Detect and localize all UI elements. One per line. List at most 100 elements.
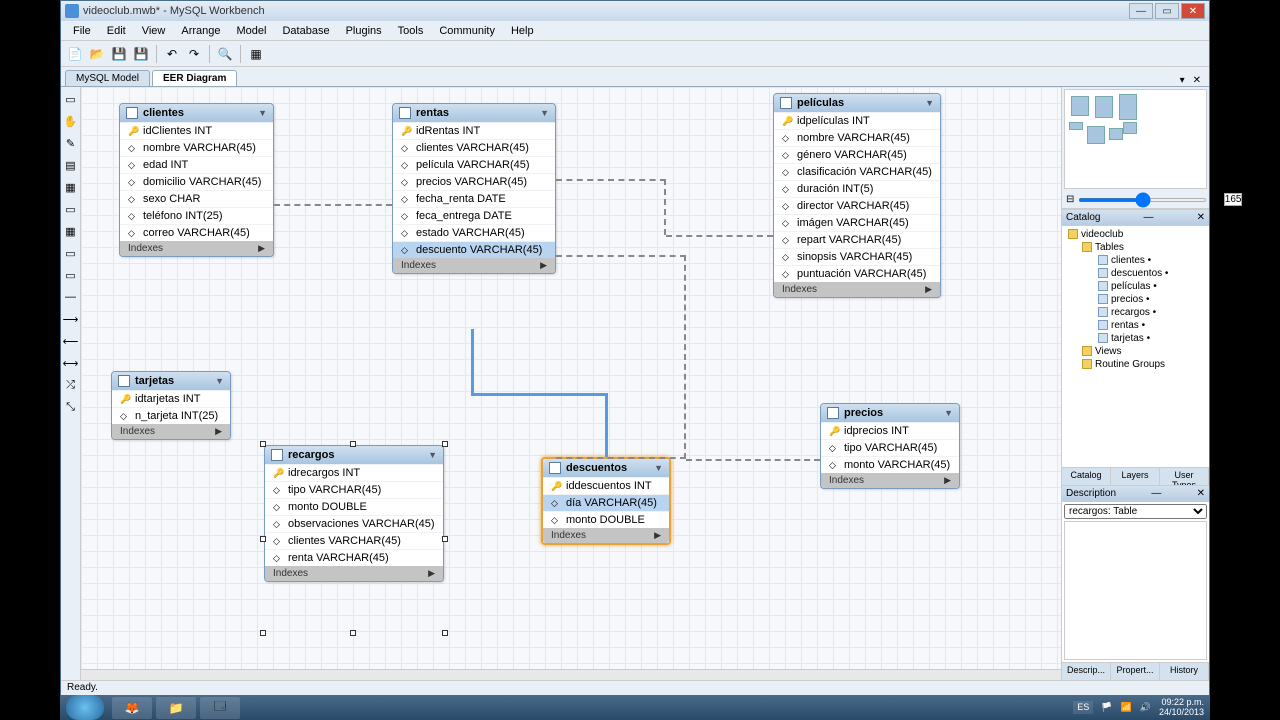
rel-1-n-icon[interactable]: ⟶ (63, 311, 79, 327)
tray-volume-icon[interactable]: 🔊 (1140, 703, 1151, 713)
panel-close-icon[interactable]: ✕ (1197, 488, 1205, 499)
indexes-label[interactable]: Indexes (551, 530, 586, 541)
menu-help[interactable]: Help (503, 25, 542, 37)
new-button[interactable]: 📄 (65, 44, 85, 64)
hand-tool-icon[interactable]: ✋ (63, 113, 79, 129)
catalog-tree[interactable]: videoclub Tables clientes • descuentos •… (1062, 226, 1209, 467)
table-precios[interactable]: precios▼ 🔑idprecios INT ◇tipo VARCHAR(45… (820, 403, 960, 489)
description-textarea[interactable] (1064, 521, 1207, 660)
resize-handle[interactable] (260, 630, 266, 636)
indexes-label[interactable]: Indexes (128, 243, 163, 254)
tree-table[interactable]: películas • (1064, 280, 1207, 293)
collapse-icon[interactable]: ▼ (258, 108, 267, 118)
expand-icon[interactable]: ▶ (428, 568, 435, 579)
resize-handle[interactable] (260, 441, 266, 447)
rel-n-1-icon[interactable]: ⟵ (63, 333, 79, 349)
collapse-icon[interactable]: ▼ (654, 463, 663, 473)
maximize-button[interactable]: ▭ (1155, 3, 1179, 19)
taskbar-explorer-icon[interactable]: 📁 (156, 697, 196, 719)
start-button[interactable] (66, 695, 104, 720)
grid-button[interactable]: ▦ (246, 44, 266, 64)
tab-mysql-model[interactable]: MySQL Model (65, 70, 150, 86)
taskbar-firefox-icon[interactable]: 🦊 (112, 697, 152, 719)
collapse-icon[interactable]: ▼ (944, 408, 953, 418)
indexes-label[interactable]: Indexes (273, 568, 308, 579)
view-tool-icon[interactable]: ▭ (63, 245, 79, 261)
layer-tool-icon[interactable]: ▤ (63, 157, 79, 173)
zoom-value[interactable]: 165 (1224, 193, 1243, 206)
table-peliculas[interactable]: películas▼ 🔑idpelículas INT ◇nombre VARC… (773, 93, 941, 298)
resize-handle[interactable] (442, 441, 448, 447)
language-indicator[interactable]: ES (1073, 701, 1093, 715)
titlebar[interactable]: videoclub.mwb* - MySQL Workbench — ▭ ✕ (61, 1, 1209, 21)
collapse-icon[interactable]: ▼ (215, 376, 224, 386)
table-clientes[interactable]: clientes▼ 🔑idClientes INT ◇nombre VARCHA… (119, 103, 274, 257)
resize-handle[interactable] (260, 536, 266, 542)
redo-button[interactable]: ↷ (184, 44, 204, 64)
expand-icon[interactable]: ▶ (654, 530, 661, 541)
tree-tables[interactable]: Tables (1064, 241, 1207, 254)
table-descuentos[interactable]: descuentos▼ 🔑iddescuentos INT ◇día VARCH… (541, 457, 671, 545)
saveall-button[interactable]: 💾 (131, 44, 151, 64)
taskbar-workbench-icon[interactable]: 🗔 (200, 697, 240, 719)
horizontal-scrollbar[interactable] (177, 671, 577, 679)
routine-tool-icon[interactable]: ▭ (63, 267, 79, 283)
menu-community[interactable]: Community (431, 25, 503, 37)
resize-handle[interactable] (350, 630, 356, 636)
side-tab-layers[interactable]: Layers (1111, 468, 1160, 485)
tree-table[interactable]: rentas • (1064, 319, 1207, 332)
panel-min-icon[interactable]: — (1151, 488, 1161, 499)
system-tray[interactable]: ES 🏳️ 📶 🔊 09:22 p.m. 24/10/2013 (1067, 698, 1210, 718)
tab-description[interactable]: Descrip... (1062, 663, 1111, 680)
table-tarjetas[interactable]: tarjetas▼ 🔑idtarjetas INT ◇n_tarjeta INT… (111, 371, 231, 440)
tray-network-icon[interactable]: 📶 (1121, 703, 1132, 713)
expand-icon[interactable]: ▶ (258, 243, 265, 254)
rel-1-1-icon[interactable]: — (63, 289, 79, 305)
resize-handle[interactable] (442, 630, 448, 636)
description-selector[interactable]: recargos: Table (1064, 504, 1207, 519)
zoom-slider[interactable] (1078, 198, 1207, 202)
image-tool-icon[interactable]: ▭ (63, 201, 79, 217)
panel-min-icon[interactable]: — (1144, 212, 1154, 223)
tree-views[interactable]: Views (1064, 345, 1207, 358)
resize-grip-icon[interactable] (1191, 682, 1203, 694)
undo-button[interactable]: ↶ (162, 44, 182, 64)
tray-flag-icon[interactable]: 🏳️ (1101, 703, 1112, 713)
note-tool-icon[interactable]: ▦ (63, 179, 79, 195)
tree-routines[interactable]: Routine Groups (1064, 358, 1207, 371)
expand-icon[interactable]: ▶ (944, 475, 951, 486)
indexes-label[interactable]: Indexes (401, 260, 436, 271)
find-button[interactable]: 🔍 (215, 44, 235, 64)
table-rentas[interactable]: rentas▼ 🔑idRentas INT ◇clientes VARCHAR(… (392, 103, 556, 274)
side-tab-usertypes[interactable]: User Types (1160, 468, 1209, 485)
resize-handle[interactable] (442, 536, 448, 542)
tab-dropdown-icon[interactable]: ▾ (1176, 75, 1189, 86)
expand-icon[interactable]: ▶ (925, 284, 932, 295)
menu-file[interactable]: File (65, 25, 99, 37)
save-button[interactable]: 💾 (109, 44, 129, 64)
tab-history[interactable]: History (1160, 663, 1209, 680)
zoom-out-icon[interactable]: ⊟ (1066, 194, 1074, 205)
menu-plugins[interactable]: Plugins (338, 25, 390, 37)
collapse-icon[interactable]: ▼ (925, 98, 934, 108)
pointer-tool-icon[interactable]: ▭ (63, 91, 79, 107)
tab-close-icon[interactable]: ✕ (1189, 75, 1205, 86)
close-button[interactable]: ✕ (1181, 3, 1205, 19)
menu-edit[interactable]: Edit (99, 25, 134, 37)
collapse-icon[interactable]: ▼ (540, 108, 549, 118)
expand-icon[interactable]: ▶ (215, 426, 222, 437)
table-recargos[interactable]: recargos▼ 🔑idrecargos INT ◇tipo VARCHAR(… (264, 445, 444, 582)
panel-close-icon[interactable]: ✕ (1197, 212, 1205, 223)
rel-place-icon[interactable]: ⤡ (63, 399, 79, 415)
open-button[interactable]: 📂 (87, 44, 107, 64)
menu-database[interactable]: Database (274, 25, 337, 37)
navigator-thumbnail[interactable] (1064, 89, 1207, 189)
tree-table[interactable]: tarjetas • (1064, 332, 1207, 345)
eraser-tool-icon[interactable]: ✎ (63, 135, 79, 151)
side-tab-catalog[interactable]: Catalog (1062, 468, 1111, 485)
indexes-label[interactable]: Indexes (829, 475, 864, 486)
tree-table[interactable]: descuentos • (1064, 267, 1207, 280)
tree-table[interactable]: clientes • (1064, 254, 1207, 267)
collapse-icon[interactable]: ▼ (428, 450, 437, 460)
indexes-label[interactable]: Indexes (120, 426, 155, 437)
